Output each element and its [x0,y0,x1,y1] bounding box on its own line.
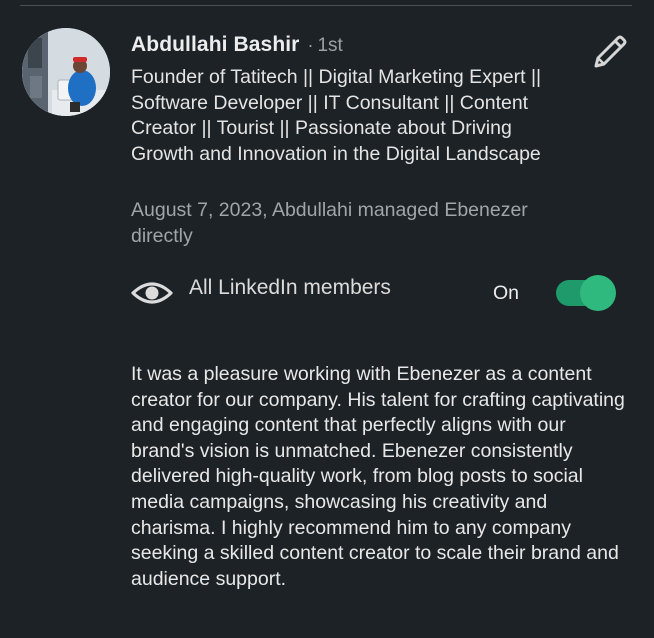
visibility-setting: All LinkedIn members On [131,272,631,316]
recommender-name[interactable]: Abdullahi Bashir [131,33,299,57]
name-separator: · [307,35,314,55]
visibility-toggle[interactable] [556,275,616,311]
relationship-text: August 7, 2023, Abdullahi managed Ebenez… [131,199,528,247]
edit-button[interactable] [588,30,632,74]
toggle-knob [580,275,616,311]
top-divider [20,5,632,6]
connection-degree: 1st [317,35,343,56]
recommender-headline: Founder of Tatitech || Digital Marketing… [131,66,542,166]
visibility-label: All LinkedIn members [189,276,391,299]
eye-icon [131,282,173,304]
pencil-icon [594,35,627,68]
toggle-state-label: On [493,282,520,304]
avatar[interactable] [22,28,110,116]
recommendation-text: It was a pleasure working with Ebenezer … [131,363,625,590]
profile-photo [22,28,110,116]
recommender-name-row: Abdullahi Bashir · 1st [131,33,343,61]
